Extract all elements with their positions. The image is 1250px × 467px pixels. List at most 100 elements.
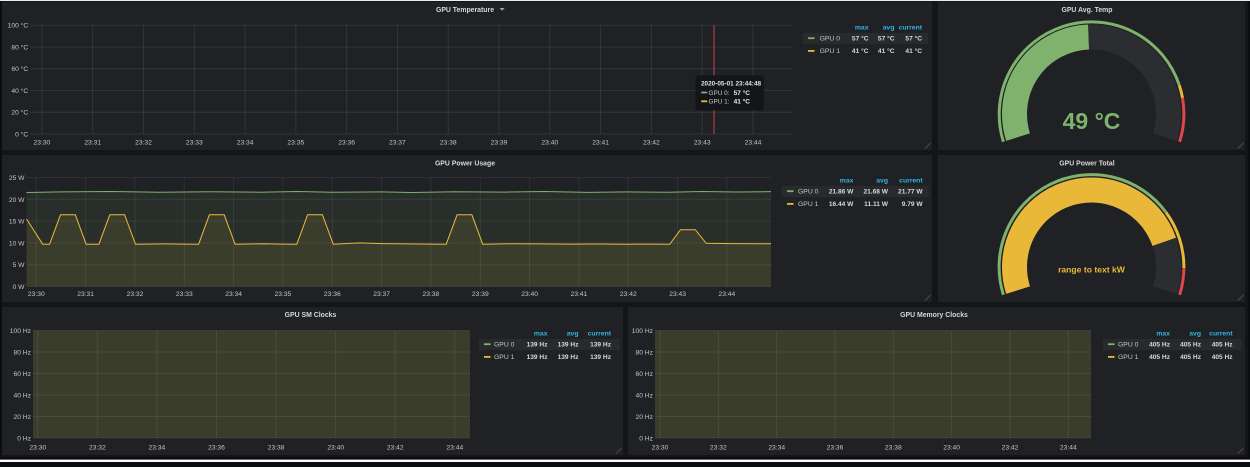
svg-text:23:30: 23:30 xyxy=(29,445,46,452)
svg-text:405 Hz: 405 Hz xyxy=(1149,354,1171,361)
svg-text:GPU 0: GPU 0 xyxy=(1118,342,1139,349)
svg-text:21.86 W: 21.86 W xyxy=(829,189,854,196)
svg-text:avg: avg xyxy=(883,25,895,32)
svg-text:GPU Temperature: GPU Temperature xyxy=(436,7,494,14)
svg-text:23:42: 23:42 xyxy=(387,445,404,452)
svg-text:23:37: 23:37 xyxy=(389,139,406,146)
svg-text:0 W: 0 W xyxy=(13,284,26,291)
svg-text:GPU 0: GPU 0 xyxy=(798,189,819,196)
svg-text:41 °C: 41 °C xyxy=(734,98,751,106)
svg-text:23:34: 23:34 xyxy=(768,445,785,452)
svg-text:5 W: 5 W xyxy=(13,262,26,269)
svg-text:139 Hz: 139 Hz xyxy=(558,342,580,349)
svg-text:23:40: 23:40 xyxy=(943,445,960,452)
svg-text:23:44: 23:44 xyxy=(745,139,762,146)
svg-text:23:31: 23:31 xyxy=(84,139,101,146)
svg-text:23:37: 23:37 xyxy=(373,291,390,298)
svg-text:23:40: 23:40 xyxy=(521,291,538,298)
svg-text:405 Hz: 405 Hz xyxy=(1180,354,1202,361)
svg-text:current: current xyxy=(899,178,923,185)
svg-text:40 Hz: 40 Hz xyxy=(14,393,32,400)
svg-text:23:42: 23:42 xyxy=(620,291,637,298)
svg-text:100 °C: 100 °C xyxy=(8,22,29,30)
svg-text:23:36: 23:36 xyxy=(208,445,225,452)
svg-text:23:40: 23:40 xyxy=(327,445,344,452)
svg-text:23:44: 23:44 xyxy=(719,291,736,298)
svg-text:23:36: 23:36 xyxy=(338,139,355,146)
svg-text:max: max xyxy=(840,178,854,185)
svg-text:0 °C: 0 °C xyxy=(15,131,28,139)
svg-text:GPU Power Usage: GPU Power Usage xyxy=(435,161,495,168)
svg-text:41 °C: 41 °C xyxy=(852,47,869,55)
svg-text:23:40: 23:40 xyxy=(541,139,558,146)
svg-text:20 W: 20 W xyxy=(9,197,25,204)
svg-text:GPU Memory Clocks: GPU Memory Clocks xyxy=(900,312,968,319)
svg-text:max: max xyxy=(1156,331,1170,338)
svg-text:23:41: 23:41 xyxy=(571,291,588,298)
svg-text:57 °C: 57 °C xyxy=(905,35,922,43)
svg-text:405 Hz: 405 Hz xyxy=(1180,342,1202,349)
svg-text:23:36: 23:36 xyxy=(827,445,844,452)
svg-text:range to text kW: range to text kW xyxy=(1058,265,1126,275)
svg-text:GPU 1: GPU 1 xyxy=(494,354,515,361)
svg-text:80 °C: 80 °C xyxy=(11,44,28,52)
svg-text:GPU 1: GPU 1 xyxy=(798,201,819,208)
svg-text:9.79 W: 9.79 W xyxy=(902,201,924,208)
svg-text:23:42: 23:42 xyxy=(1002,445,1019,452)
svg-text:23:34: 23:34 xyxy=(149,445,166,452)
svg-text:20 Hz: 20 Hz xyxy=(636,414,654,421)
svg-text:23:44: 23:44 xyxy=(1060,445,1077,452)
svg-text:0 Hz: 0 Hz xyxy=(17,436,31,443)
svg-text:23:34: 23:34 xyxy=(237,139,254,146)
svg-text:GPU SM Clocks: GPU SM Clocks xyxy=(285,312,337,319)
svg-text:57 °C: 57 °C xyxy=(852,35,869,43)
svg-text:23:34: 23:34 xyxy=(225,291,242,298)
svg-text:23:32: 23:32 xyxy=(127,291,144,298)
svg-text:23:32: 23:32 xyxy=(89,445,106,452)
svg-text:GPU Avg. Temp: GPU Avg. Temp xyxy=(1061,7,1112,14)
svg-text:23:36: 23:36 xyxy=(324,291,341,298)
svg-text:23:31: 23:31 xyxy=(77,291,94,298)
svg-text:avg: avg xyxy=(567,331,579,338)
svg-text:139 Hz: 139 Hz xyxy=(590,342,612,349)
svg-text:57 °C: 57 °C xyxy=(734,89,751,97)
svg-text:80 Hz: 80 Hz xyxy=(636,350,654,357)
svg-text:GPU Power Total: GPU Power Total xyxy=(1059,160,1114,167)
svg-text:current: current xyxy=(588,331,612,338)
svg-text:23:38: 23:38 xyxy=(885,445,902,452)
svg-text:40 °C: 40 °C xyxy=(11,87,28,95)
svg-text:23:33: 23:33 xyxy=(176,291,193,298)
svg-text:GPU 1: GPU 1 xyxy=(820,48,841,55)
svg-text:23:30: 23:30 xyxy=(28,291,45,298)
svg-text:20 Hz: 20 Hz xyxy=(14,414,32,421)
svg-text:57 °C: 57 °C xyxy=(878,35,895,43)
svg-text:25 W: 25 W xyxy=(9,175,25,182)
svg-text:current: current xyxy=(899,25,923,32)
svg-text:23:44: 23:44 xyxy=(446,445,463,452)
svg-text:80 Hz: 80 Hz xyxy=(14,350,32,357)
svg-text:GPU 1:: GPU 1: xyxy=(709,99,730,106)
svg-text:23:38: 23:38 xyxy=(440,139,457,146)
svg-text:23:32: 23:32 xyxy=(710,445,727,452)
svg-text:139 Hz: 139 Hz xyxy=(590,354,612,361)
svg-text:avg: avg xyxy=(876,178,888,185)
svg-text:11.11 W: 11.11 W xyxy=(864,201,889,208)
svg-text:GPU 1: GPU 1 xyxy=(1118,354,1139,361)
svg-text:GPU 0: GPU 0 xyxy=(820,36,841,43)
svg-text:23:38: 23:38 xyxy=(268,445,285,452)
svg-text:60 Hz: 60 Hz xyxy=(636,371,654,378)
svg-text:20 °C: 20 °C xyxy=(11,109,28,117)
svg-text:16.44 W: 16.44 W xyxy=(829,201,854,208)
svg-text:21.68 W: 21.68 W xyxy=(863,189,888,196)
svg-text:23:39: 23:39 xyxy=(491,139,508,146)
svg-text:current: current xyxy=(1209,331,1233,338)
svg-text:23:38: 23:38 xyxy=(423,291,440,298)
svg-text:139 Hz: 139 Hz xyxy=(558,354,580,361)
svg-text:23:35: 23:35 xyxy=(287,139,304,146)
svg-text:23:32: 23:32 xyxy=(135,139,152,146)
svg-text:23:42: 23:42 xyxy=(643,139,660,146)
svg-text:41 °C: 41 °C xyxy=(905,47,922,55)
svg-text:60 °C: 60 °C xyxy=(11,65,28,73)
svg-text:GPU 0:: GPU 0: xyxy=(709,90,730,97)
svg-text:max: max xyxy=(855,25,869,32)
